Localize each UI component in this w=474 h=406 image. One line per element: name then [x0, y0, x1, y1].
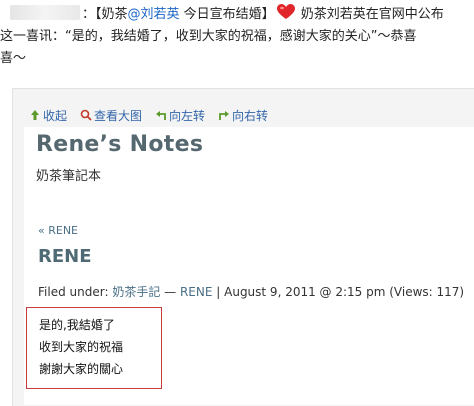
post-mention-prefix: ：【奶茶 [82, 7, 128, 22]
view-large-button[interactable]: 查看大图 [80, 107, 142, 124]
collapse-label: 收起 [43, 108, 68, 123]
rotate-right-icon [218, 109, 230, 121]
post-mention-suffix: 今日宣布结婚】 [179, 7, 275, 22]
rotate-left-button[interactable]: 向左转 [155, 107, 205, 124]
magnifier-icon [80, 109, 92, 121]
note-line-1: 是的,我結婚了 [39, 318, 115, 332]
blog-title: Rene’s Notes [36, 132, 204, 157]
rotate-right-label: 向右转 [232, 108, 269, 123]
note-line-3: 謝謝大家的關心 [39, 362, 124, 376]
filed-prefix: Filed under: [38, 285, 113, 299]
up-arrow-icon [29, 109, 41, 121]
blog-screenshot: Rene’s Notes 奶茶筆記本 « RENE RENE Filed und… [24, 127, 474, 405]
rotate-left-label: 向左转 [169, 108, 206, 123]
rotate-left-icon [155, 109, 167, 121]
back-link: « RENE [38, 224, 78, 237]
filed-category: 奶茶手記 [112, 285, 161, 299]
view-large-label: 查看大图 [94, 108, 143, 123]
note-line-2: 收到大家的祝福 [39, 340, 124, 354]
post-line-2: 这一喜讯：“是的，我结婚了，收到大家的祝福，感谢大家的关心”～恭喜 [0, 29, 417, 44]
heart-icon [276, 4, 295, 20]
blog-subtitle: 奶茶筆記本 [36, 169, 102, 184]
collapse-button[interactable]: 收起 [29, 107, 67, 124]
mention-link[interactable]: @刘若英 [128, 7, 180, 22]
post-meta: Filed under: 奶茶手記 — RENE | August 9, 201… [38, 283, 464, 300]
image-toolbar: 收起 查看大图 向左转 向右转 [29, 105, 281, 125]
filed-sep: — [160, 285, 180, 299]
rotate-right-button[interactable]: 向右转 [218, 107, 268, 124]
post-line-1-tail: 奶茶刘若英在官网中公布 [296, 7, 444, 22]
post-line-3: 喜～ [0, 51, 27, 66]
post-text: ：【奶茶@刘若英 今日宣布结婚】 奶茶刘若英在官网中公布 这一喜讯：“是的，我结… [0, 4, 474, 70]
filed-meta: | August 9, 2011 @ 2:15 pm (Views: 117) [212, 285, 465, 299]
highlighted-note: 是的,我結婚了 收到大家的祝福 謝謝大家的關心 [26, 307, 162, 389]
post-line-1: ：【奶茶@刘若英 今日宣布结婚】 奶茶刘若英在官网中公布 [0, 4, 474, 26]
blog-post-title: RENE [38, 246, 92, 267]
blurred-username [10, 5, 80, 20]
text-fade-overlay [448, 4, 474, 70]
filed-author: RENE [179, 285, 213, 299]
